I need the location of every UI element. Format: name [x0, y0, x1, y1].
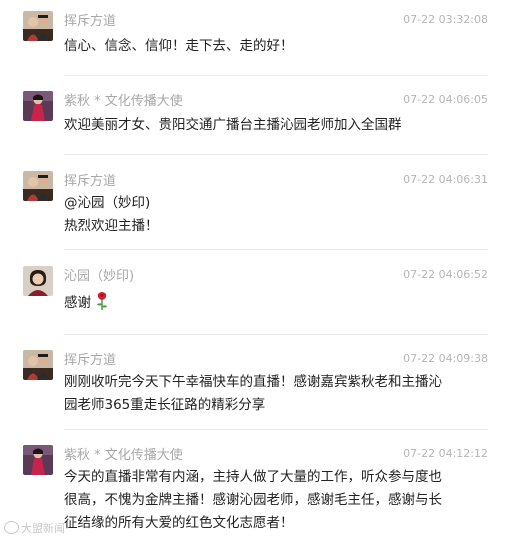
couple-photo-icon [23, 171, 53, 201]
couple-photo-icon [23, 350, 53, 380]
rose-emoji-icon [95, 291, 109, 319]
watermark: 大盟新闻 [4, 520, 65, 536]
sender-name[interactable]: 紫秋 * 文化传播大使 [64, 94, 183, 110]
avatar[interactable] [23, 266, 53, 296]
message-line: 很高，不愧为金牌主播！感谢沁园老师，感谢毛主任，感谢与长 [64, 492, 442, 508]
couple-photo-icon [23, 11, 53, 41]
message-text: @沁园（妙印) 热烈欢迎主播！ [64, 192, 494, 238]
message-text: 欢迎美丽才女、贵阳交通广播台主播沁园老师加入全国群 [64, 114, 494, 137]
message-line: @沁园（妙印) [64, 195, 151, 211]
timestamp: 07-22 04:06:05 [403, 93, 488, 106]
message-line: 感谢 [64, 291, 494, 319]
message-text: 感谢 [64, 291, 494, 319]
sender-name[interactable]: 挥斥方道 [64, 353, 116, 369]
message-line: 热烈欢迎主播！ [64, 218, 159, 234]
weibo-logo-icon [4, 521, 19, 534]
avatar[interactable] [23, 11, 53, 41]
watermark-text: 大盟新闻 [21, 522, 65, 535]
sender-name[interactable]: 紫秋 * 文化传播大使 [64, 448, 183, 464]
woman-red-dress-icon [23, 91, 53, 121]
message-text: 刚刚收听完今天下午幸福快车的直播！感谢嘉宾紫秋老和主播沁 园老师365重走长征路… [64, 371, 494, 417]
message-line-text: 感谢 [64, 295, 91, 311]
avatar[interactable] [23, 171, 53, 201]
divider [64, 429, 488, 430]
woman-portrait-icon [23, 266, 53, 296]
timestamp: 07-22 04:06:31 [403, 173, 488, 186]
timestamp: 07-22 04:06:52 [403, 268, 488, 281]
sender-name[interactable]: 挥斥方道 [64, 174, 116, 190]
message-text: 今天的直播非常有内涵，主持人做了大量的工作，听众参与度也 很高，不愧为金牌主播！… [64, 466, 494, 535]
timestamp: 07-22 03:32:08 [403, 13, 488, 26]
divider [64, 154, 488, 155]
sender-name[interactable]: 挥斥方道 [64, 14, 116, 30]
divider [64, 249, 488, 250]
woman-red-dress-icon [23, 445, 53, 475]
avatar[interactable] [23, 350, 53, 380]
divider [64, 334, 488, 335]
message-line: 信心、信念、信仰！走下去、走的好！ [64, 38, 294, 54]
timestamp: 07-22 04:12:12 [403, 447, 488, 460]
message-text: 信心、信念、信仰！走下去、走的好！ [64, 35, 494, 58]
message-line: 园老师365重走长征路的精彩分享 [64, 397, 266, 413]
message-line: 征结缘的所有大爱的红色文化志愿者！ [64, 515, 294, 531]
avatar[interactable] [23, 445, 53, 475]
message-line: 刚刚收听完今天下午幸福快车的直播！感谢嘉宾紫秋老和主播沁 [64, 374, 442, 390]
message-line: 今天的直播非常有内涵，主持人做了大量的工作，听众参与度也 [64, 469, 442, 485]
message-line: 欢迎美丽才女、贵阳交通广播台主播沁园老师加入全国群 [64, 117, 402, 133]
divider [64, 75, 488, 76]
sender-name[interactable]: 沁园（妙印) [64, 269, 134, 285]
timestamp: 07-22 04:09:38 [403, 352, 488, 365]
avatar[interactable] [23, 91, 53, 121]
